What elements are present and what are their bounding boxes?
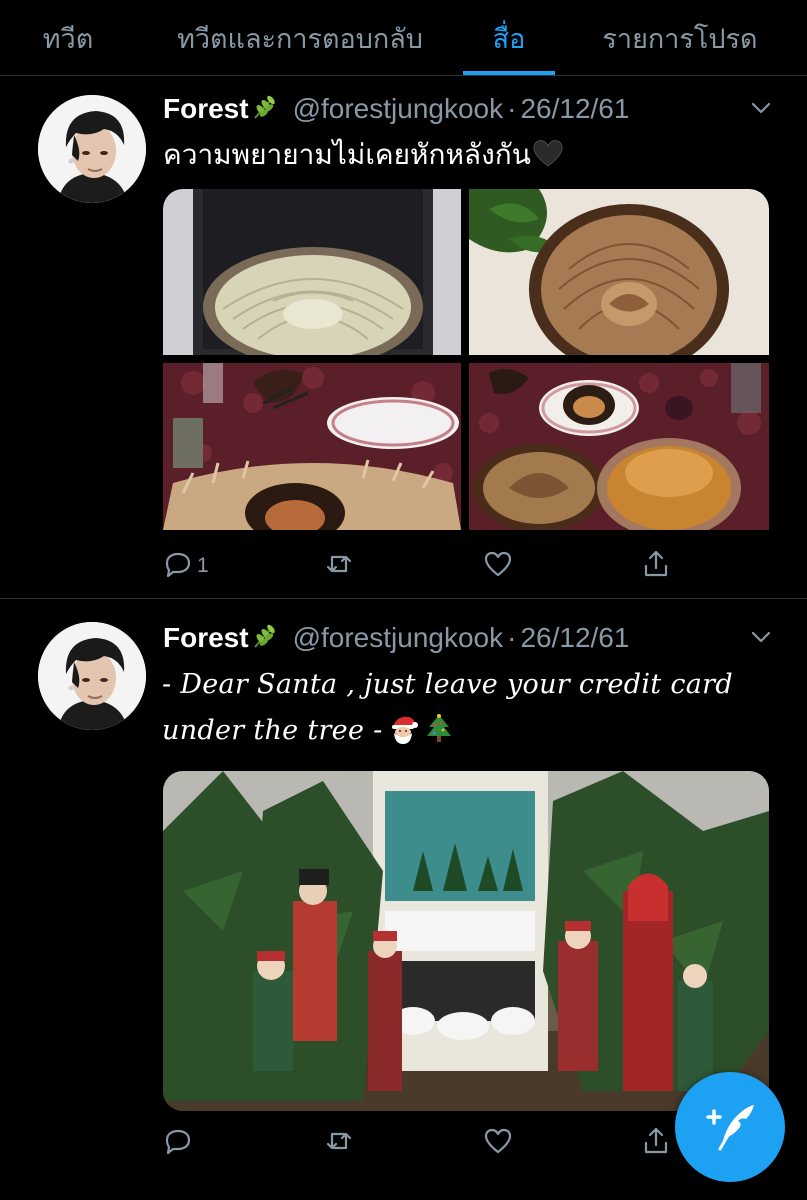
retweet-icon <box>324 1126 354 1160</box>
tweet-header: Forest @forestjungkook · 26/12/61 <box>163 91 629 127</box>
tab-tweets-and-replies[interactable]: ทวีตและการตอบกลับ <box>163 0 437 76</box>
media-grid <box>163 189 769 607</box>
tweet-date[interactable]: 26/12/61 <box>520 622 629 654</box>
retweet-button[interactable] <box>324 548 354 584</box>
media-photo-tarts-on-table[interactable] <box>469 363 769 530</box>
like-button[interactable] <box>483 548 513 584</box>
tweet-text: ความพยายามไม่เคยหักหลังกัน <box>163 133 565 177</box>
tweet-text-content: ความพยายามไม่เคยหักหลังกัน <box>163 138 531 171</box>
reply-icon <box>163 1126 193 1160</box>
tweet-actions <box>163 1125 723 1161</box>
like-icon <box>483 549 513 583</box>
user-handle[interactable]: @forestjungkook <box>293 93 504 125</box>
profile-tabs: ทวีต ทวีตและการตอบกลับ สื่อ รายการโปรด <box>0 0 807 76</box>
separator-dot: · <box>507 93 517 124</box>
retweet-icon <box>324 549 354 583</box>
retweet-button[interactable] <box>324 1125 354 1161</box>
tab-tweets[interactable]: ทวีต <box>38 0 98 76</box>
like-icon <box>483 1126 513 1160</box>
reply-button[interactable]: 1 <box>163 548 209 584</box>
santa-icon <box>387 713 419 760</box>
tweet[interactable]: Forest @forestjungkook · 26/12/61 ความพย… <box>0 77 807 599</box>
share-button[interactable] <box>641 548 671 584</box>
separator-dot: · <box>507 622 517 653</box>
herb-icon <box>251 93 279 125</box>
chevron-down-icon[interactable] <box>750 626 772 648</box>
reply-button[interactable] <box>163 1125 197 1161</box>
reply-count: 1 <box>197 554 209 577</box>
avatar[interactable] <box>38 622 146 730</box>
share-icon <box>641 549 671 583</box>
christmas-tree-icon <box>423 713 455 760</box>
chevron-down-icon[interactable] <box>750 97 772 119</box>
share-icon <box>641 1126 671 1160</box>
user-handle[interactable]: @forestjungkook <box>293 622 504 654</box>
like-button[interactable] <box>483 1125 513 1161</box>
reply-icon <box>163 549 193 583</box>
black-heart-icon <box>531 138 565 175</box>
media-photo-apple-tart-raw[interactable] <box>163 189 461 355</box>
herb-icon <box>251 622 279 654</box>
display-name[interactable]: Forest <box>163 622 249 654</box>
tab-media[interactable]: สื่อ <box>463 0 555 76</box>
tweet-header: Forest @forestjungkook · 26/12/61 <box>163 620 629 656</box>
compose-tweet-button[interactable] <box>675 1072 785 1182</box>
display-name[interactable]: Forest <box>163 93 249 125</box>
media-photo-christmas-figurines[interactable] <box>163 771 769 1111</box>
tab-likes[interactable]: รายการโปรด <box>590 0 770 76</box>
tweet-date[interactable]: 26/12/61 <box>520 93 629 125</box>
share-button[interactable] <box>641 1125 671 1161</box>
avatar[interactable] <box>38 95 146 203</box>
media-photo-baked-apple-tart[interactable] <box>469 189 769 355</box>
compose-tweet-icon <box>700 1095 760 1159</box>
media-photo-burnt-tart[interactable] <box>163 363 461 530</box>
tweet-text: - Dear Santa , just leave your credit ca… <box>162 662 782 760</box>
active-tab-indicator <box>463 71 555 75</box>
tweet-actions: 1 <box>163 548 723 584</box>
